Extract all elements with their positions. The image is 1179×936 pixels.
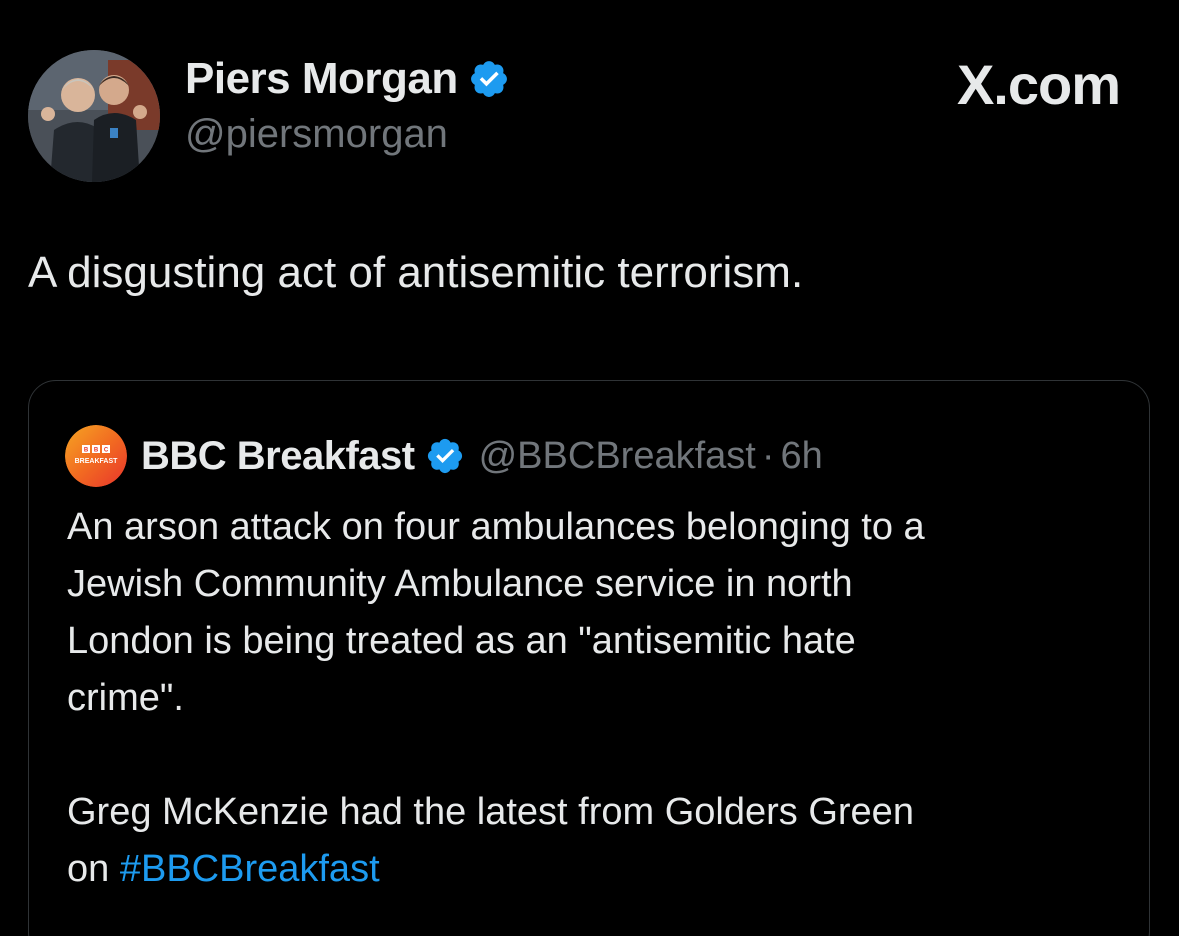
verified-badge-icon [425,436,465,476]
quoted-tweet-header: B B C BREAKFAST BBC Breakfast @BBCBreakf… [65,425,823,487]
svg-text:B: B [94,448,99,454]
quoted-line: Jewish Community Ambulance service in no… [67,563,853,605]
quoted-author-handle[interactable]: @BBCBreakfast [479,435,756,478]
bbc-breakfast-avatar[interactable]: B B C BREAKFAST [65,425,127,487]
quoted-line: Greg McKenzie had the latest from Golder… [67,791,914,833]
quoted-tweet-text: An arson attack on four ambulances belon… [67,499,1127,898]
quoted-tweet-card[interactable]: B B C BREAKFAST BBC Breakfast @BBCBreakf… [28,380,1150,936]
quoted-author-name[interactable]: BBC Breakfast [141,434,415,479]
quoted-line: London is being treated as an "antisemit… [67,620,856,662]
meta-separator: · [761,434,775,477]
author-avatar[interactable] [28,50,160,182]
author-name[interactable]: Piers Morgan [185,54,458,104]
tweet-text: A disgusting act of antisemitic terroris… [28,248,804,297]
quoted-tweet-timestamp[interactable]: 6h [781,435,823,478]
quoted-line-with-hashtag: on #BBCBreakfast [67,841,1127,898]
quoted-line: crime". [67,677,184,719]
author-handle[interactable]: @piersmorgan [185,112,448,157]
bbc-avatar-label: BREAKFAST [75,458,119,465]
x-com-watermark: X.com [956,53,1121,116]
verified-badge-icon [468,58,510,100]
tweet-header: Piers Morgan @piersmorgan X.com [28,40,1158,182]
quoted-line-prefix: on [67,848,110,890]
svg-text:B: B [84,448,89,454]
author-name-row: Piers Morgan [185,54,510,104]
svg-text:C: C [104,448,109,454]
hashtag-link[interactable]: #BBCBreakfast [120,848,380,890]
quoted-line: An arson attack on four ambulances belon… [67,506,925,548]
